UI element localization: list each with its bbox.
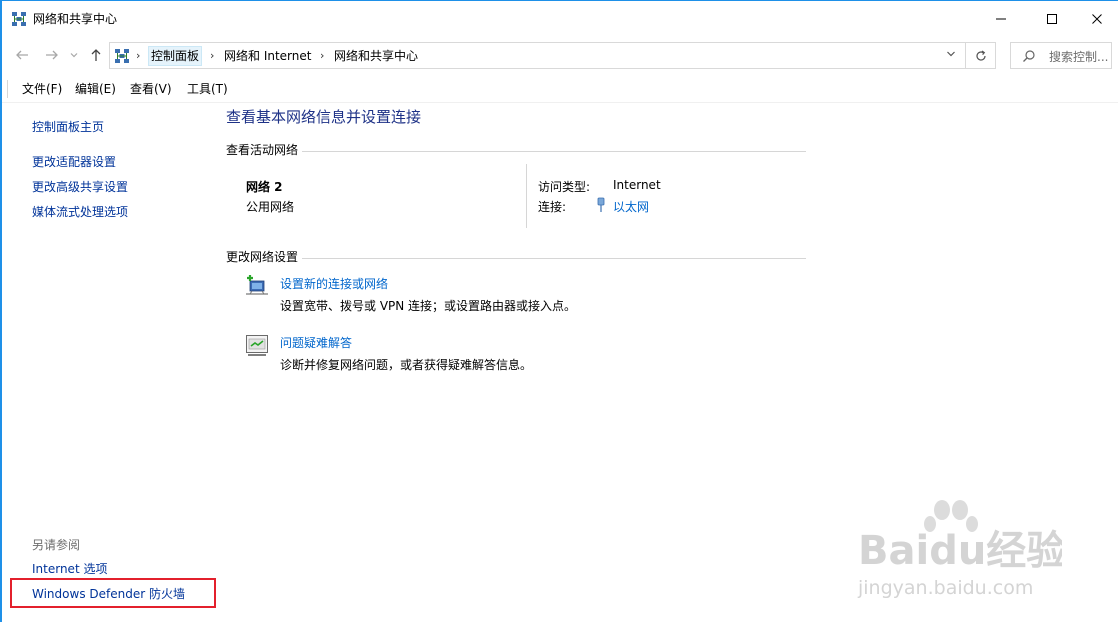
network-name: 网络 2 (246, 180, 283, 194)
chevron-down-icon (947, 51, 955, 57)
refresh-icon (975, 50, 986, 61)
watermark-url: jingyan.baidu.com (857, 577, 1033, 599)
menu-bar: 文件(F) 编辑(E) 查看(V) 工具(T) (2, 75, 1118, 103)
arrow-up-icon (91, 49, 101, 61)
arrow-left-icon (16, 50, 28, 60)
chevron-right-icon[interactable]: › (210, 49, 214, 62)
breadcrumb-control-panel[interactable]: 控制面板 (148, 46, 203, 66)
see-also-heading: 另请参阅 (32, 538, 81, 552)
change-adapter-settings-link[interactable]: 更改适配器设置 (32, 154, 116, 170)
setup-new-connection-link[interactable]: 设置新的连接或网络 (280, 275, 388, 292)
network-center-icon (12, 12, 26, 26)
menu-file[interactable]: 文件(F) (22, 81, 62, 97)
access-type-label: 访问类型: (538, 180, 591, 194)
refresh-button[interactable] (966, 42, 996, 69)
section-divider (302, 258, 806, 259)
minimize-button[interactable] (978, 1, 1024, 37)
section-divider (302, 151, 806, 152)
network-center-icon (115, 49, 129, 63)
maximize-button[interactable] (1029, 1, 1075, 37)
close-button[interactable] (1074, 1, 1118, 37)
navigation-bar: › 控制面板 › 网络和 Internet › 网络和共享中心 搜索控制... (2, 37, 1118, 73)
chevron-right-icon[interactable]: › (320, 49, 324, 62)
window-title: 网络和共享中心 (33, 12, 118, 26)
address-dropdown-button[interactable] (942, 49, 960, 63)
search-input[interactable]: 搜索控制... (1010, 42, 1112, 69)
title-bar: 网络和共享中心 (2, 1, 1118, 37)
annotation-highlight-box (10, 578, 216, 608)
arrow-right-icon (46, 50, 58, 60)
troubleshoot-problems-link[interactable]: 问题疑难解答 (280, 334, 352, 351)
control-panel-home-link[interactable]: 控制面板主页 (32, 119, 104, 135)
connection-label: 连接: (538, 200, 567, 214)
media-streaming-options-link[interactable]: 媒体流式处理选项 (32, 204, 128, 220)
new-connection-icon (246, 275, 268, 295)
network-category: 公用网络 (246, 200, 295, 214)
ethernet-connection-link[interactable]: 以太网 (613, 198, 649, 215)
close-icon (1092, 14, 1102, 24)
recent-locations-button[interactable] (68, 45, 80, 65)
minimize-icon (996, 18, 1006, 20)
change-settings-heading: 更改网络设置 (226, 250, 299, 264)
up-button[interactable] (86, 45, 106, 65)
network-info-divider (526, 164, 527, 228)
menu-tools[interactable]: 工具(T) (187, 81, 228, 97)
forward-button[interactable] (42, 45, 62, 65)
back-button[interactable] (12, 45, 32, 65)
change-advanced-sharing-link[interactable]: 更改高级共享设置 (32, 179, 128, 195)
menu-bar-grip (7, 80, 8, 98)
watermark-brand: Baidu经验 (858, 528, 1062, 574)
page-title: 查看基本网络信息并设置连接 (226, 108, 422, 126)
chevron-right-icon[interactable]: › (136, 49, 140, 62)
maximize-icon (1047, 14, 1057, 24)
troubleshoot-problems-description: 诊断并修复网络问题，或者获得疑难解答信息。 (280, 358, 533, 372)
baidu-jingyan-watermark: Baidu经验 jingyan.baidu.com (857, 500, 1062, 599)
ethernet-icon (597, 197, 605, 212)
left-navigation-pane: 控制面板主页 更改适配器设置 更改高级共享设置 媒体流式处理选项 另请参阅 In… (2, 104, 202, 622)
chevron-down-icon (70, 53, 78, 58)
internet-options-link[interactable]: Internet 选项 (32, 561, 107, 577)
setup-new-connection-description: 设置宽带、拨号或 VPN 连接；或设置路由器或接入点。 (280, 299, 577, 313)
active-networks-heading: 查看活动网络 (226, 143, 299, 157)
breadcrumb-network-internet[interactable]: 网络和 Internet (224, 48, 311, 64)
menu-view[interactable]: 查看(V) (130, 81, 172, 97)
access-type-value: Internet (613, 178, 661, 192)
menu-edit[interactable]: 编辑(E) (75, 81, 116, 97)
search-placeholder: 搜索控制... (1049, 50, 1109, 64)
search-icon (1023, 50, 1035, 62)
troubleshoot-icon (246, 335, 268, 356)
breadcrumb-network-center[interactable]: 网络和共享中心 (334, 48, 418, 64)
address-bar[interactable]: › 控制面板 › 网络和 Internet › 网络和共享中心 (109, 42, 966, 69)
